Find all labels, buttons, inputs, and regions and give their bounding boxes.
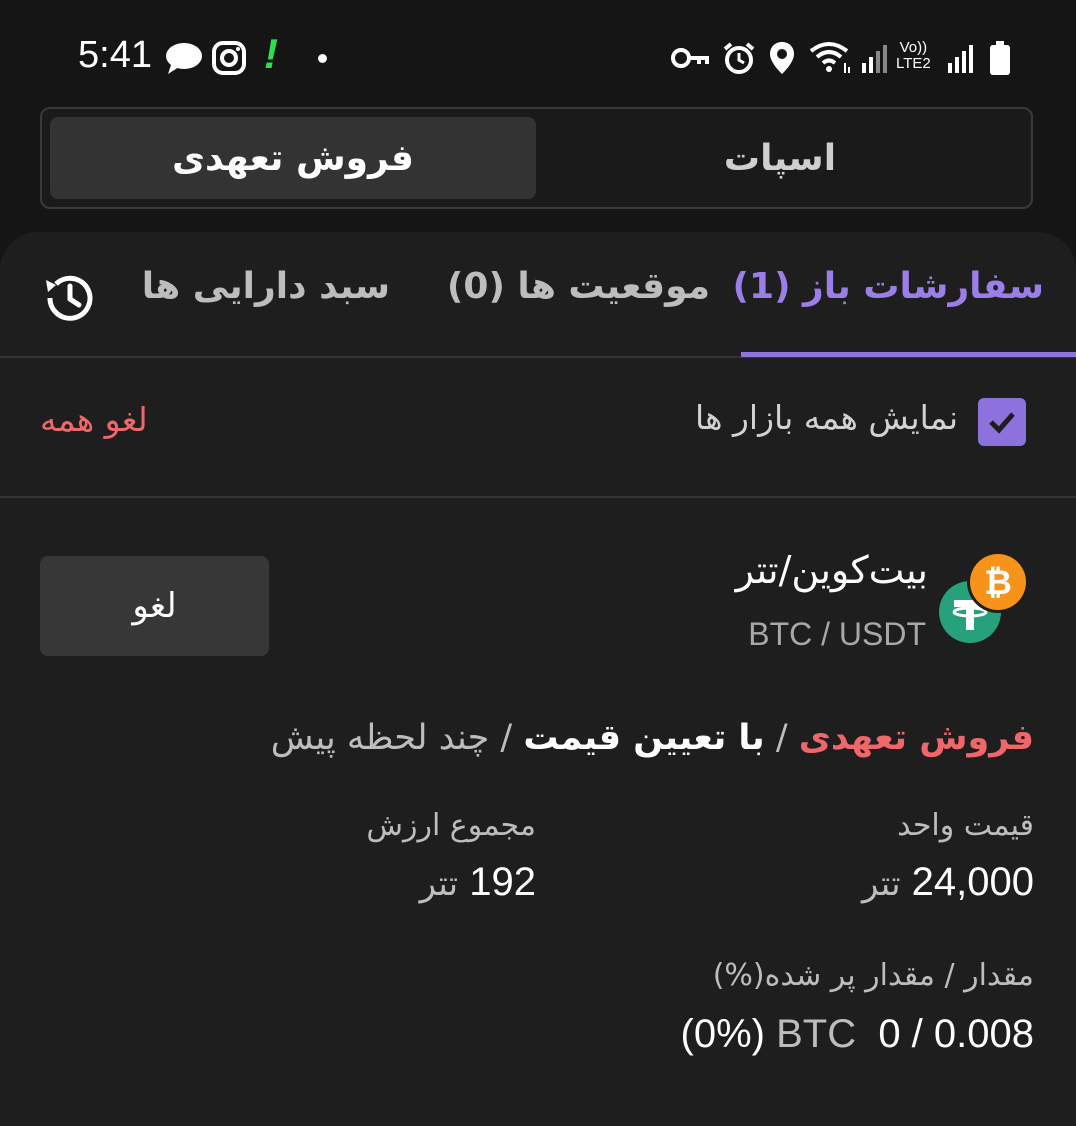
unit-price-label: قیمت واحد	[897, 808, 1034, 843]
amount-label: مقدار / مقدار پر شده(%)	[712, 958, 1034, 993]
lte-icon: Vo)) LTE2	[896, 39, 931, 72]
total-value-label: مجموع ارزش	[366, 808, 536, 843]
status-bar: 5:41 ! Vo)) LTE2	[0, 0, 1076, 110]
wifi-icon	[808, 38, 854, 78]
cancel-order-button[interactable]: لغو	[40, 556, 269, 656]
tab-margin-sell[interactable]: فروش تعهدی	[50, 117, 536, 199]
orders-panel: سفارشات باز (1) موقعیت ها (0) سبد دارایی…	[0, 232, 1076, 1126]
vpn-key-icon	[670, 38, 712, 78]
amount-number: 0 / 0.008	[878, 1012, 1034, 1056]
order-kind: با تعیین قیمت	[523, 718, 765, 758]
tab-assets[interactable]: سبد دارایی ها	[142, 266, 390, 307]
amount-percent: (0%)	[680, 1012, 765, 1056]
total-value-number: 192	[469, 860, 536, 904]
svg-text:₿: ₿	[984, 563, 1012, 603]
message-icon	[164, 38, 204, 78]
instagram-icon	[211, 38, 247, 78]
filter-row: نمایش همه بازار ها لغو همه	[0, 358, 1076, 498]
unit-price-number: 24,000	[911, 860, 1034, 904]
show-all-markets-checkbox[interactable]	[978, 398, 1026, 446]
signal-icon	[860, 38, 890, 78]
order-card: لغو ₿ بیت‌کوین/تتر BTC / USDT فروش تعهدی…	[0, 498, 1076, 1098]
alert-icon: !	[264, 30, 278, 77]
separator-2: /	[500, 718, 513, 758]
total-value-unit: تتر	[419, 864, 459, 904]
notification-dot	[318, 54, 327, 63]
tab-open-orders[interactable]: سفارشات باز (1)	[733, 266, 1044, 307]
order-meta: فروش تعهدی / با تعیین قیمت / چند لحظه پی…	[271, 718, 1034, 758]
signal-icon-2	[946, 38, 976, 78]
pair-icons: ₿	[936, 550, 1036, 650]
market-switch: فروش تعهدی اسپات	[40, 107, 1033, 209]
amount-unit: BTC	[776, 1012, 857, 1056]
unit-price-value: 24,000 تتر	[862, 860, 1034, 905]
amount-value: (0%) BTC 0 / 0.008	[681, 1012, 1035, 1057]
clock: 5:41	[78, 34, 152, 76]
check-icon	[989, 412, 1015, 434]
orders-tabs: سفارشات باز (1) موقعیت ها (0) سبد دارایی…	[0, 232, 1076, 358]
history-icon[interactable]	[40, 268, 100, 328]
pair-symbol: BTC / USDT	[748, 616, 926, 652]
alarm-icon	[722, 38, 756, 78]
unit-price-unit: تتر	[862, 864, 901, 904]
separator: /	[775, 718, 788, 758]
show-all-markets-label[interactable]: نمایش همه بازار ها	[695, 398, 958, 437]
tab-spot[interactable]: اسپات	[537, 117, 1023, 199]
location-icon	[768, 38, 796, 78]
order-time: چند لحظه پیش	[270, 718, 490, 758]
bitcoin-icon: ₿	[967, 551, 1029, 613]
tab-positions[interactable]: موقعیت ها (0)	[447, 266, 710, 307]
pair-name: بیت‌کوین/تتر	[735, 548, 928, 592]
order-type: فروش تعهدی	[798, 718, 1034, 758]
cancel-all-button[interactable]: لغو همه	[40, 400, 148, 439]
active-tab-indicator	[741, 352, 1076, 357]
battery-icon	[988, 38, 1012, 78]
total-value: 192 تتر	[420, 860, 536, 905]
